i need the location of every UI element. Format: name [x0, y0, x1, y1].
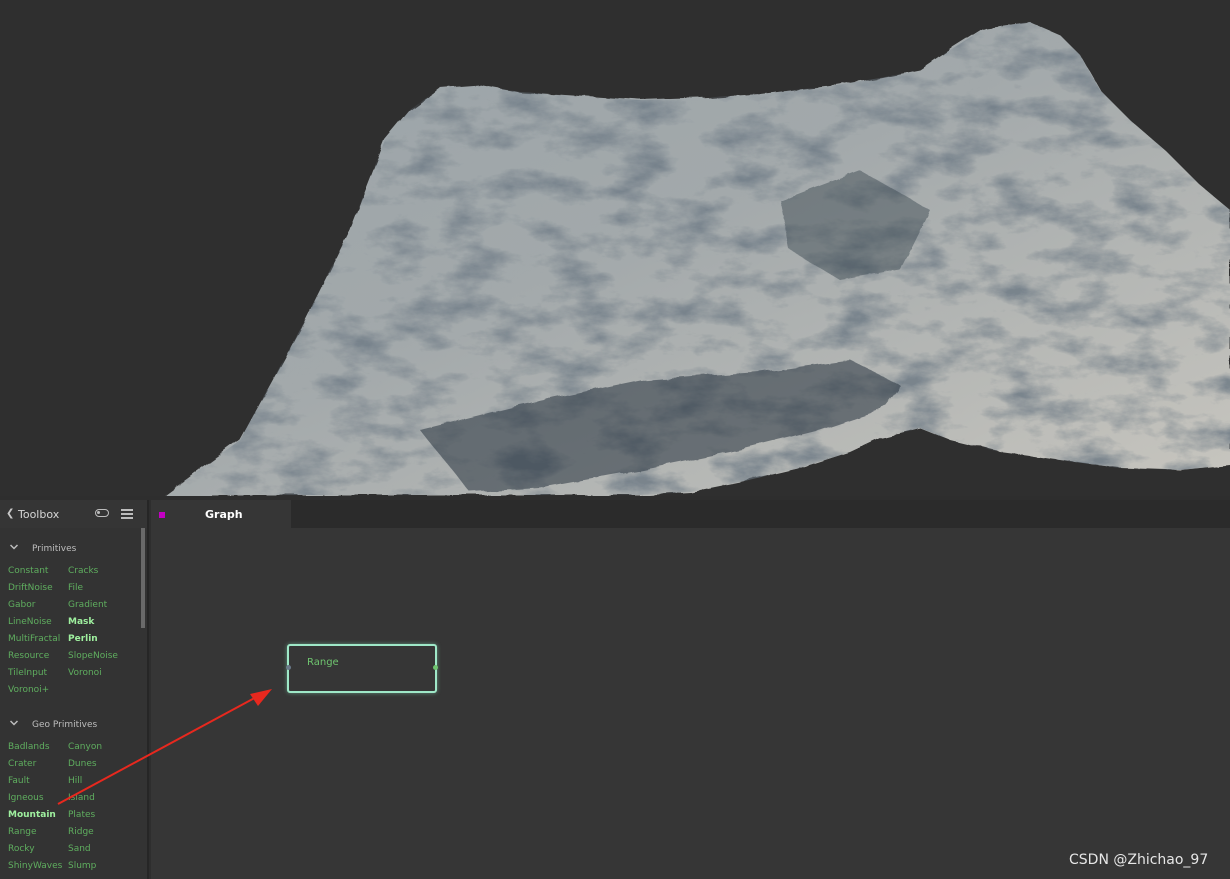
tab-label: Graph	[205, 508, 243, 521]
toggle-view-icon[interactable]	[95, 509, 109, 517]
toolbox-item-range[interactable]: Range	[8, 827, 37, 837]
toolbox-item-file[interactable]: File	[68, 583, 83, 593]
toolbox-item-driftnoise[interactable]: DriftNoise	[8, 583, 53, 593]
toolbox-item-multifractal[interactable]: MultiFractal	[8, 634, 60, 644]
toolbox-item-linenoise[interactable]: LineNoise	[8, 617, 52, 627]
toolbox-item-igneous[interactable]: Igneous	[8, 793, 44, 803]
toolbox-item-shinywaves[interactable]: ShinyWaves	[8, 861, 62, 871]
terrain-render	[165, 22, 1230, 495]
section-header-primitives[interactable]: Primitives	[0, 542, 140, 560]
toolbox-item-resource[interactable]: Resource	[8, 651, 49, 661]
terrain-viewport[interactable]	[0, 0, 1230, 496]
toolbox-item-gabor[interactable]: Gabor	[8, 600, 35, 610]
toolbox-item-plates[interactable]: Plates	[68, 810, 95, 820]
menu-icon[interactable]	[121, 509, 133, 519]
section-label: Geo Primitives	[32, 720, 98, 730]
toolbox-item-fault[interactable]: Fault	[8, 776, 30, 786]
toolbox-item-voronoi-plus[interactable]: Voronoi+	[8, 685, 49, 695]
toolbox-item-hill[interactable]: Hill	[68, 776, 82, 786]
toolbox-item-badlands[interactable]: Badlands	[8, 742, 50, 752]
node-input-port[interactable]	[286, 665, 291, 670]
toolbox-item-dunes[interactable]: Dunes	[68, 759, 97, 769]
collapse-chevron-icon[interactable]: ❮	[6, 508, 14, 519]
toolbox-item-ridge[interactable]: Ridge	[68, 827, 94, 837]
node-title: Range	[307, 657, 339, 668]
chevron-down-icon	[10, 544, 18, 550]
toolbox-panel: ❮ Toolbox Primitives Constant Cracks Dri…	[0, 500, 149, 879]
toolbox-item-mask[interactable]: Mask	[68, 617, 94, 627]
toolbox-title: Toolbox	[18, 508, 60, 521]
toolbox-item-tileinput[interactable]: TileInput	[8, 668, 47, 678]
graph-panel[interactable]: Graph Range	[151, 500, 1230, 879]
toolbox-item-sand[interactable]: Sand	[68, 844, 91, 854]
section-header-geo-primitives[interactable]: Geo Primitives	[0, 718, 140, 736]
toolbox-item-island[interactable]: Island	[68, 793, 95, 803]
tab-graph[interactable]: Graph	[151, 500, 291, 528]
toolbox-scrollbar[interactable]	[141, 528, 145, 628]
toolbox-item-constant[interactable]: Constant	[8, 566, 48, 576]
toolbox-item-canyon[interactable]: Canyon	[68, 742, 102, 752]
toolbox-header: ❮ Toolbox	[0, 500, 147, 528]
toolbox-item-cracks[interactable]: Cracks	[68, 566, 98, 576]
toolbox-item-crater[interactable]: Crater	[8, 759, 36, 769]
toolbox-item-slopenoise[interactable]: SlopeNoise	[68, 651, 118, 661]
graph-node-range[interactable]: Range	[286, 644, 438, 693]
toolbox-item-voronoi[interactable]: Voronoi	[68, 668, 102, 678]
toolbox-item-perlin[interactable]: Perlin	[68, 634, 98, 644]
section-label: Primitives	[32, 544, 77, 554]
toolbox-item-rocky[interactable]: Rocky	[8, 844, 35, 854]
tab-color-marker-icon	[159, 512, 165, 518]
toolbox-item-mountain[interactable]: Mountain	[8, 810, 56, 820]
graph-tab-bar: Graph	[151, 500, 1230, 528]
toolbox-item-slump[interactable]: Slump	[68, 861, 96, 871]
chevron-down-icon	[10, 720, 18, 726]
watermark-text: CSDN @Zhichao_97	[1069, 852, 1209, 868]
toolbox-item-gradient[interactable]: Gradient	[68, 600, 107, 610]
node-output-port[interactable]	[433, 665, 438, 670]
